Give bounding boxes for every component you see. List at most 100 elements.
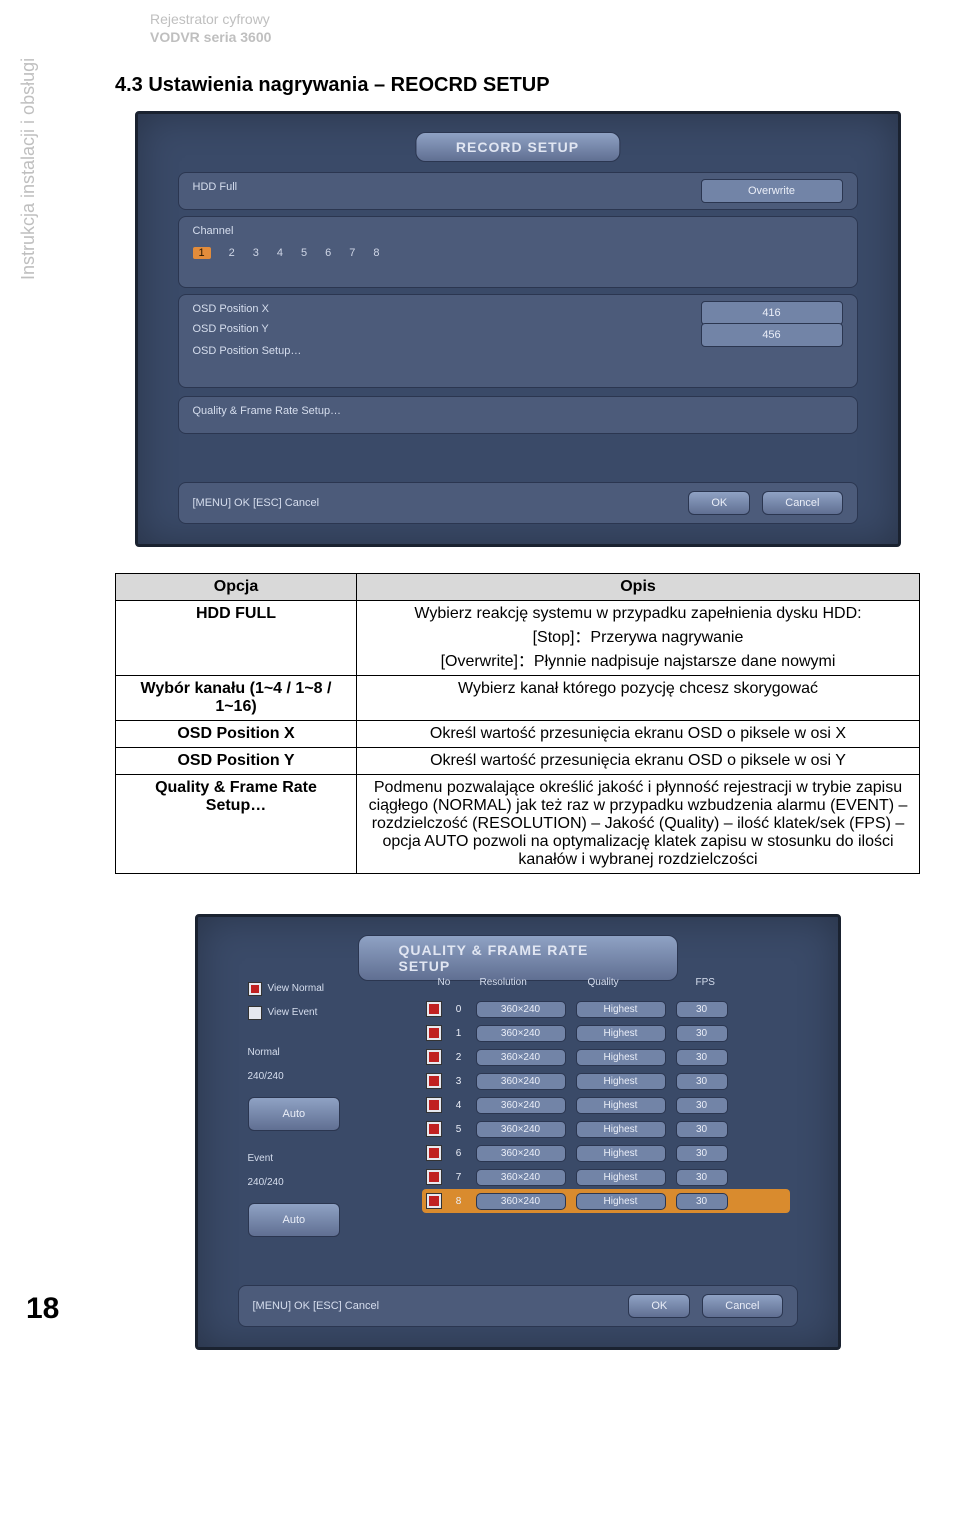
channel-4[interactable]: 4 [277,247,283,259]
row-quality[interactable]: Highest [576,1193,666,1210]
checkbox-icon [248,982,262,996]
row-res[interactable]: 360×240 [476,1001,566,1018]
row-res[interactable]: 360×240 [476,1193,566,1210]
auto-event-button[interactable]: Auto [248,1203,341,1237]
view-event-toggle[interactable]: View Event [248,1001,341,1025]
osd-y-value[interactable]: 456 [701,323,843,347]
row-res[interactable]: 360×240 [476,1049,566,1066]
row-qfr[interactable]: Quality & Frame Rate Setup… [178,396,858,434]
row-quality[interactable]: Highest [576,1049,666,1066]
row-quality[interactable]: Highest [576,1073,666,1090]
row-no: 2 [452,1052,466,1063]
osd-x-value[interactable]: 416 [701,301,843,325]
row-fps[interactable]: 30 [676,1097,728,1114]
row-fps[interactable]: 30 [676,1001,728,1018]
row-fps[interactable]: 30 [676,1193,728,1210]
event-label: Event [248,1147,341,1171]
row-quality[interactable]: Highest [576,1145,666,1162]
channel-label: Channel [193,225,234,237]
row-res[interactable]: 360×240 [476,1097,566,1114]
ok-button-2[interactable]: OK [628,1294,690,1318]
option-hdd-full: HDD FULL [116,601,357,676]
footer-hint-2: [MENU] OK [ESC] Cancel [253,1300,380,1312]
row-res[interactable]: 360×240 [476,1145,566,1162]
row-check-icon[interactable] [426,1073,442,1089]
desc-osd-y: Określ wartość przesunięcia ekranu OSD o… [357,748,920,775]
channel-7[interactable]: 7 [349,247,355,259]
row-res[interactable]: 360×240 [476,1169,566,1186]
normal-fps: 240/240 [248,1065,341,1089]
row-quality[interactable]: Highest [576,1001,666,1018]
hdd-full-value[interactable]: Overwrite [701,179,843,203]
row-hdd-full: HDD Full Overwrite [178,172,858,210]
auto-normal-button[interactable]: Auto [248,1097,341,1131]
row-check-icon[interactable] [426,1097,442,1113]
view-normal-toggle[interactable]: View Normal [248,977,341,1001]
top-caption: Rejestrator cyfrowy VODVR seria 3600 [150,10,960,46]
row-no: 4 [452,1100,466,1111]
row-fps[interactable]: 30 [676,1145,728,1162]
hdd-full-label: HDD Full [193,181,238,193]
row-fps[interactable]: 30 [676,1169,728,1186]
qfr-label: Quality & Frame Rate Setup… [193,405,342,417]
row-res[interactable]: 360×240 [476,1025,566,1042]
ok-button[interactable]: OK [688,491,750,515]
grid-row: 3 360×240 Highest 30 [426,1069,790,1093]
desc-osd-x: Określ wartość przesunięcia ekranu OSD o… [357,721,920,748]
row-check-icon[interactable] [426,1193,442,1209]
row-check-icon[interactable] [426,1145,442,1161]
row-fps[interactable]: 30 [676,1025,728,1042]
head-fps: FPS [696,977,736,988]
row-fps[interactable]: 30 [676,1073,728,1090]
row-check-icon[interactable] [426,1169,442,1185]
row-osd-y-desc: OSD Position Y Określ wartość przesunięc… [116,748,920,775]
grid-row: 6360×240Highest30 [426,1141,790,1165]
left-panel: View Normal View Event Normal 240/240 Au… [248,977,341,1237]
channel-5[interactable]: 5 [301,247,307,259]
row-fps[interactable]: 30 [676,1049,728,1066]
sidebar-rotated-label: Instrukcja instalacji i obsługi [18,58,39,280]
row-check-icon[interactable] [426,1121,442,1137]
channel-3[interactable]: 3 [253,247,259,259]
row-check-icon[interactable] [426,1001,442,1017]
row-quality[interactable]: Highest [576,1097,666,1114]
channel-2[interactable]: 2 [229,247,235,259]
row-no: 7 [452,1172,466,1183]
dialog-footer-2: [MENU] OK [ESC] Cancel OK Cancel [238,1285,798,1327]
dialog-title-2: QUALITY & FRAME RATE SETUP [358,935,678,981]
grid-row: 5360×240Highest30 [426,1117,790,1141]
row-qfr-desc: Quality & Frame Rate Setup… Podmenu pozw… [116,775,920,874]
grid-row: 4 360×240 Highest 30 [426,1093,790,1117]
dialog-footer: [MENU] OK [ESC] Cancel OK Cancel [178,482,858,524]
channel-6[interactable]: 6 [325,247,331,259]
grid-row-selected: 8 360×240 Highest 30 [422,1189,790,1213]
screenshot-record-setup: RECORD SETUP HDD Full Overwrite Channel … [135,111,901,547]
footer-hint: [MENU] OK [ESC] Cancel [193,497,320,509]
desc-hdd-line1: Wybierz reakcję systemu w przypadku zape… [367,605,909,623]
checkbox-icon [248,1006,262,1020]
row-quality[interactable]: Highest [576,1121,666,1138]
row-no: 3 [452,1076,466,1087]
osd-y-label: OSD Position Y [193,323,269,335]
row-check-icon[interactable] [426,1049,442,1065]
row-res[interactable]: 360×240 [476,1121,566,1138]
row-quality[interactable]: Highest [576,1169,666,1186]
channel-8[interactable]: 8 [373,247,379,259]
channel-1[interactable]: 1 [193,247,211,259]
section-title: 4.3 Ustawienia nagrywania – REOCRD SETUP [115,74,920,97]
cancel-button-2[interactable]: Cancel [702,1294,782,1318]
row-fps[interactable]: 30 [676,1121,728,1138]
osd-setup-link[interactable]: OSD Position Setup… [193,345,302,357]
cancel-button[interactable]: Cancel [762,491,842,515]
row-quality[interactable]: Highest [576,1025,666,1042]
grid-row: 0 360×240 Highest 30 [426,997,790,1021]
desc-hdd-full: Wybierz reakcję systemu w przypadku zape… [357,601,920,676]
row-no: 1 [452,1028,466,1039]
event-fps: 240/240 [248,1171,341,1195]
top-caption-line2: VODVR seria 3600 [150,28,960,46]
view-normal-label: View Normal [268,983,325,994]
row-res[interactable]: 360×240 [476,1073,566,1090]
row-no: 0 [452,1004,466,1015]
row-no: 8 [452,1196,466,1207]
row-check-icon[interactable] [426,1025,442,1041]
